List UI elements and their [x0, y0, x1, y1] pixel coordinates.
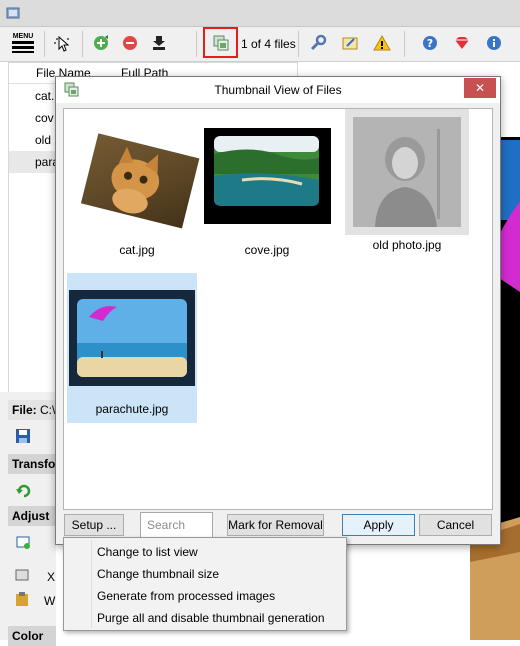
thumbnail-image [342, 109, 472, 235]
menu-label: MENU [12, 33, 34, 40]
thumbnail-image [202, 114, 332, 240]
thumbnail-image [67, 273, 197, 399]
svg-text:?: ? [427, 37, 433, 50]
search-input[interactable] [140, 512, 213, 538]
favorite-button[interactable] [450, 31, 474, 55]
gem-icon [455, 37, 469, 49]
adjust-section-header[interactable]: Adjust [8, 506, 56, 526]
save-icon[interactable] [15, 428, 31, 444]
hamburger-icon [12, 41, 34, 53]
help-button[interactable]: ? [418, 31, 442, 55]
transform-section-header[interactable]: Transfo [8, 454, 56, 474]
thumbnail-item[interactable]: old photo.jpg [342, 109, 472, 259]
parachute-thumbnail-image [69, 290, 195, 386]
menu-button[interactable]: MENU [8, 31, 38, 55]
thumbnail-item-selected[interactable]: parachute.jpg [67, 273, 197, 423]
file-counter: 1 of 4 files [241, 37, 296, 51]
toolbar-separator [82, 31, 83, 57]
position-icon [15, 569, 29, 581]
main-toolbar: MENU 1 of 4 files ? [0, 27, 520, 62]
select-tool-button[interactable] [50, 31, 74, 55]
edit-button[interactable] [338, 31, 362, 55]
left-panel: File: C:\ Transfo Adjust X W Color [0, 392, 56, 646]
app-titlebar [0, 0, 520, 27]
file-row-name: old [35, 133, 52, 147]
wrench-icon [310, 34, 327, 51]
menu-item-thumbnail-size[interactable]: Change thumbnail size [64, 563, 346, 585]
menu-item-label: Change thumbnail size [97, 567, 220, 581]
file-row-name: cov [35, 111, 54, 125]
toolbar-separator [404, 31, 405, 57]
apply-button[interactable]: Apply [342, 514, 415, 536]
mark-for-removal-button[interactable]: Mark for Removal [227, 514, 324, 536]
cove-thumbnail-image [204, 128, 331, 224]
thumbnail-caption: old photo.jpg [372, 238, 442, 252]
crop-icon[interactable] [15, 534, 31, 550]
menu-item-generate[interactable]: Generate from processed images [64, 585, 346, 607]
old-photo-thumbnail-image [345, 109, 469, 235]
thumbnail-item[interactable]: cat.jpg [72, 114, 202, 264]
remove-circle-icon [123, 36, 137, 50]
thumbnail-dialog: Thumbnail View of Files ✕ cat.jpg cove.j… [55, 76, 501, 545]
dialog-close-button[interactable]: ✕ [464, 78, 496, 98]
file-path-bar: File: C:\ [8, 400, 56, 420]
dialog-title: Thumbnail View of Files [214, 83, 342, 97]
remove-file-button[interactable] [118, 31, 142, 55]
toolbar-separator [298, 31, 299, 57]
file-path: C:\ [40, 403, 56, 417]
x-label: X [47, 570, 56, 584]
paste-size-icon [16, 592, 28, 606]
cancel-button[interactable]: Cancel [419, 514, 492, 536]
dialog-titlebar[interactable]: Thumbnail View of Files ✕ [56, 77, 500, 103]
thumbnail-grid: cat.jpg cove.jpg old photo.jpg parachute… [63, 108, 493, 510]
thumbnail-caption: parachute.jpg [95, 402, 169, 416]
warning-button[interactable] [370, 31, 394, 55]
file-row-name: cat. [35, 89, 55, 103]
file-label: File: [12, 403, 37, 417]
menu-item-label: Purge all and disable thumbnail generati… [97, 611, 325, 625]
menu-item-label: Change to list view [97, 545, 198, 559]
warning-icon [373, 34, 391, 51]
toolbar-separator [196, 31, 197, 57]
info-icon [487, 36, 501, 50]
menu-item-label: Generate from processed images [97, 589, 276, 603]
settings-button[interactable] [306, 31, 330, 55]
cat-thumbnail-image [80, 133, 200, 229]
help-icon: ? [423, 36, 437, 50]
setup-menu: Change to list view Change thumbnail siz… [63, 537, 347, 631]
move-down-button[interactable] [147, 31, 171, 55]
info-button[interactable] [482, 31, 506, 55]
thumbnail-caption: cat.jpg [119, 243, 155, 257]
add-file-button[interactable] [89, 31, 113, 55]
rotate-icon[interactable] [15, 482, 31, 498]
thumbnail-caption: cove.jpg [244, 243, 290, 257]
pointer-select-icon [54, 35, 70, 52]
menu-item-list-view[interactable]: Change to list view [64, 541, 346, 563]
add-circle-icon [94, 35, 108, 50]
close-icon: ✕ [474, 81, 486, 95]
toolbar-separator [44, 31, 45, 57]
download-arrow-icon [153, 36, 165, 50]
edit-pencil-icon [342, 37, 358, 50]
w-label: W [44, 594, 56, 608]
menu-item-purge[interactable]: Purge all and disable thumbnail generati… [64, 607, 346, 629]
highlight-box [203, 27, 238, 58]
setup-button[interactable]: Setup ... [64, 514, 124, 536]
thumbnail-image [72, 114, 202, 240]
thumbnail-item[interactable]: cove.jpg [202, 114, 332, 264]
color-section-header[interactable]: Color [8, 626, 56, 646]
app-icon [6, 7, 20, 19]
